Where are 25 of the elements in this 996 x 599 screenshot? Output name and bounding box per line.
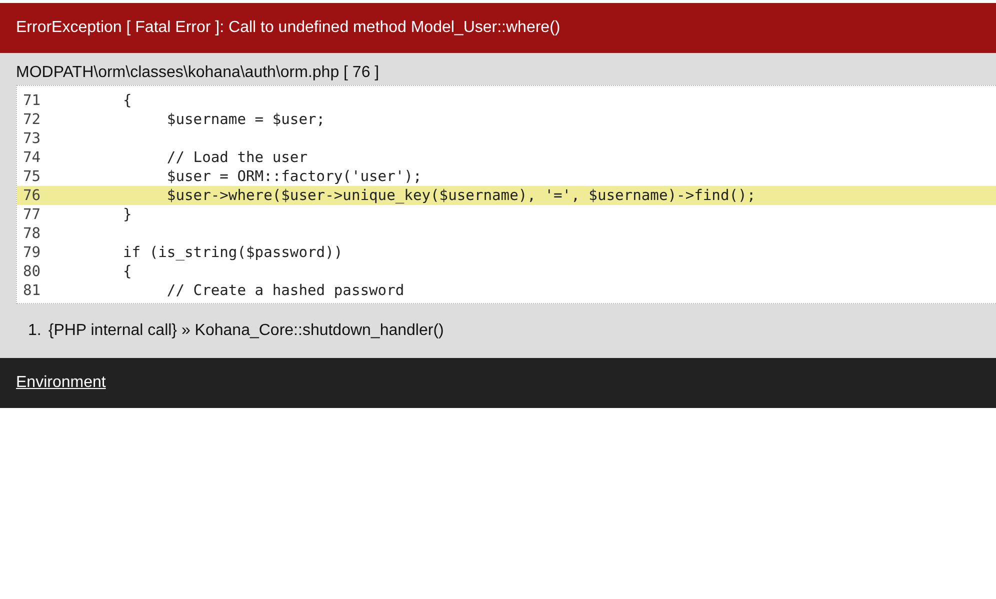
line-number: 73 <box>22 130 42 147</box>
code-line: { <box>123 92 132 109</box>
code-line: if (is_string($password)) <box>123 244 343 261</box>
line-number: 81 <box>22 282 42 299</box>
line-number: 74 <box>22 149 42 166</box>
line-number: 80 <box>22 263 42 280</box>
line-number: 75 <box>22 168 42 185</box>
line-number: 77 <box>22 206 42 223</box>
code-line: { <box>123 263 132 280</box>
line-number: 76 <box>22 187 42 204</box>
trace-entry: {PHP internal call} » Kohana_Core::shutdown_handler() <box>48 322 444 340</box>
environment-link[interactable]: Environment <box>16 374 106 392</box>
line-number: 72 <box>22 111 42 128</box>
code-line: // Create a hashed password <box>166 282 404 299</box>
code-line: } <box>123 206 132 223</box>
code-line: // Load the user <box>166 149 308 166</box>
line-number: 71 <box>22 92 42 109</box>
file-path: MODPATH\orm\classes\kohana\auth\orm.php [ 76 ] <box>16 63 380 83</box>
code-line: $user = ORM::factory('user'); <box>166 168 422 185</box>
line-number: 79 <box>22 244 42 261</box>
code-line: $user->where($user->unique_key($username), '=', $username)->find(); <box>166 187 756 204</box>
error-title: ErrorException [ Fatal Error ]: Call to undefined method Model_User::where() <box>0 3 996 53</box>
list-number: 1. <box>28 322 42 340</box>
line-number: 78 <box>22 225 42 242</box>
code-line: $username = $user; <box>166 111 326 128</box>
